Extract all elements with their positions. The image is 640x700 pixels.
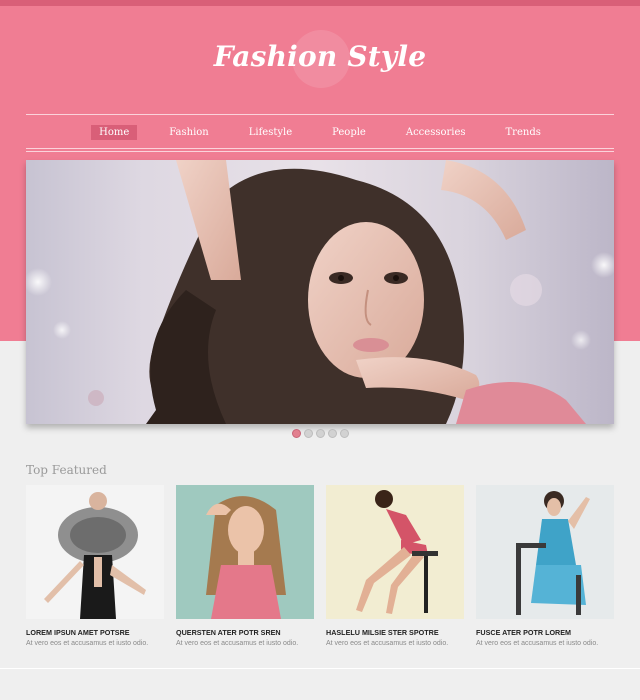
featured-card-title[interactable]: LOREM IPSUN AMET POTSRE [26,628,164,637]
nav-top-rule [26,114,614,115]
featured-card[interactable]: FUSCE ATER POTR LOREM At vero eos et acc… [476,485,614,647]
featured-list: LOREM IPSUN AMET POTSRE At vero eos et a… [26,485,614,647]
featured-card[interactable]: QUERSTEN ATER POTR SREN At vero eos et a… [176,485,314,647]
featured-card-text: At vero eos et accusamus et iusto odio. [26,640,149,647]
featured-card-title[interactable]: QUERSTEN ATER POTR SREN [176,628,314,637]
slider-dot-3[interactable] [315,429,325,438]
featured-card[interactable]: HASLELU MILSIE STER SPOTRE At vero eos e… [326,485,464,647]
slider-dot-1[interactable] [291,429,301,438]
featured-thumb[interactable] [476,485,614,619]
nav-item-trends[interactable]: Trends [498,125,549,140]
slider-dot-5[interactable] [339,429,349,438]
featured-card-title[interactable]: HASLELU MILSIE STER SPOTRE [326,628,464,637]
slider-dot-4[interactable] [327,429,337,438]
hero-slide-image [26,160,614,424]
nav-item-fashion[interactable]: Fashion [161,125,216,140]
featured-card-text: At vero eos et accusamus et iusto odio. [476,640,599,647]
nav-item-people[interactable]: People [324,125,374,140]
featured-thumb[interactable] [26,485,164,619]
slider-dot-2[interactable] [303,429,313,438]
main-nav: Home Fashion Lifestyle People Accessorie… [26,118,614,146]
nav-bottom-rule [26,148,614,149]
slider-pagination [0,429,640,439]
featured-thumb[interactable] [176,485,314,619]
nav-item-lifestyle[interactable]: Lifestyle [241,125,300,140]
nav-bottom-rule-2 [26,151,614,152]
nav-item-home[interactable]: Home [91,124,138,140]
site-header: Fashion Style [0,30,640,90]
featured-card-title[interactable]: FUSCE ATER POTR LOREM [476,628,614,637]
featured-card-text: At vero eos et accusamus et iusto odio. [326,640,449,647]
featured-card[interactable]: LOREM IPSUN AMET POTSRE At vero eos et a… [26,485,164,647]
featured-thumb[interactable] [326,485,464,619]
featured-card-text: At vero eos et accusamus et iusto odio. [176,640,299,647]
hero-slider[interactable] [26,160,614,424]
nav-item-accessories[interactable]: Accessories [398,125,474,140]
site-logo[interactable]: Fashion Style [214,40,427,73]
footer-divider [0,668,640,669]
section-title-top-featured: Top Featured [26,463,107,477]
